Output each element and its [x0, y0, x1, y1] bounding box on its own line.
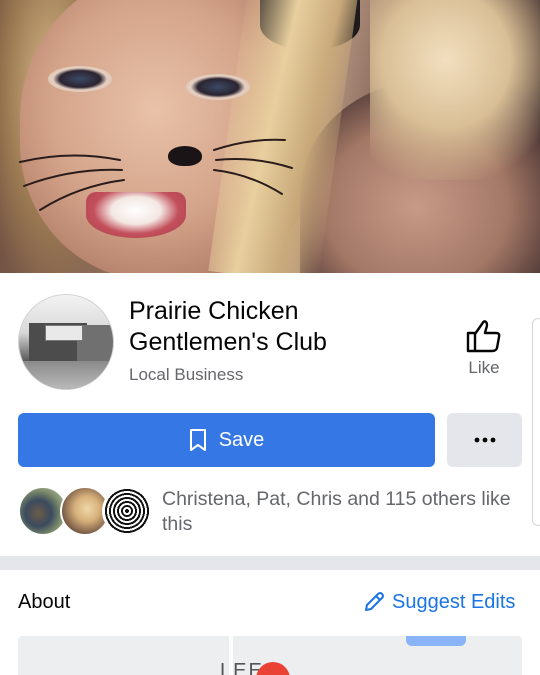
more-dots-icon [474, 437, 495, 443]
page-profile-picture[interactable] [18, 294, 114, 390]
next-card-edge [532, 318, 540, 526]
section-divider [0, 556, 540, 570]
about-heading: About [18, 591, 71, 613]
save-button[interactable]: Save [18, 413, 435, 467]
profile-picture-sign [45, 325, 83, 341]
cover-photo-whiskers [19, 138, 293, 211]
save-button-label: Save [218, 428, 265, 451]
like-button-label: Like [468, 358, 500, 377]
thumbs-up-icon [466, 320, 501, 353]
more-options-button[interactable] [447, 413, 522, 467]
suggest-edits-link[interactable]: Suggest Edits [362, 590, 515, 614]
profile-picture-ground [19, 361, 113, 389]
suggest-edits-label: Suggest Edits [392, 590, 516, 613]
bookmark-icon [189, 429, 206, 451]
page-title: Prairie Chicken Gentlemen's Club [129, 297, 327, 356]
location-map[interactable]: LEE [18, 636, 522, 675]
map-water [406, 636, 466, 646]
friends-avatars[interactable] [18, 486, 152, 538]
page-category: Local Business [129, 365, 244, 384]
like-button[interactable]: Like [448, 316, 520, 386]
cover-photo[interactable] [0, 0, 540, 273]
friends-like-text[interactable]: Christena, Pat, Chris and 115 others lik… [162, 487, 522, 537]
friend-avatar [102, 486, 152, 536]
pencil-icon [365, 592, 384, 611]
